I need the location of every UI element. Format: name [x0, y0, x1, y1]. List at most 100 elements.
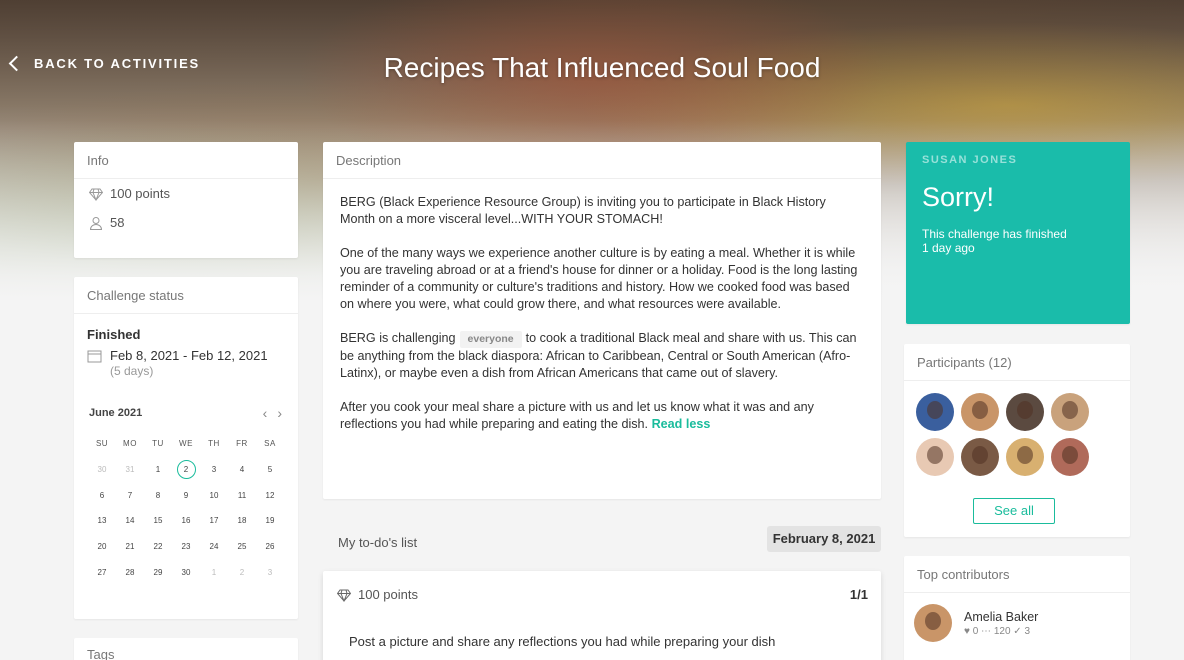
calendar-day[interactable]: 24	[200, 534, 228, 560]
calendar-day[interactable]: 13	[88, 508, 116, 534]
calendar-day[interactable]: 5	[256, 457, 284, 483]
participants-count: 58	[110, 215, 125, 230]
calendar-day[interactable]: 28	[116, 560, 144, 586]
date-range-row: Feb 8, 2021 - Feb 12, 2021	[74, 342, 298, 363]
finished-message: This challenge has finished	[922, 227, 1067, 241]
weekday-label: WE	[179, 439, 193, 448]
description-card: Description BERG (Black Experience Resou…	[323, 142, 881, 499]
tags-card: Tags	[74, 638, 298, 660]
everyone-tag: everyone	[459, 331, 522, 348]
calendar-day[interactable]: 21	[116, 534, 144, 560]
participant-avatar[interactable]	[1006, 438, 1044, 476]
participants-card: Participants (12) See all	[904, 344, 1130, 537]
calendar-day[interactable]: 19	[256, 508, 284, 534]
participant-avatar[interactable]	[1051, 393, 1089, 431]
calendar-day[interactable]: 8	[144, 483, 172, 509]
sorry-heading: Sorry!	[922, 182, 995, 212]
participants-row: 58	[74, 208, 298, 237]
weekday-label: MO	[123, 439, 137, 448]
calendar-day[interactable]: 17	[200, 508, 228, 534]
top-contributors-card: Top contributors Amelia Baker ♥ 0 ⋯ 120 …	[904, 556, 1130, 660]
description-paragraph: BERG is challenging everyone to cook a tra…	[340, 330, 864, 382]
calendar-day[interactable]: 7	[116, 483, 144, 509]
calendar-day[interactable]: 10	[200, 483, 228, 509]
calendar-day[interactable]: 15	[144, 508, 172, 534]
calendar-day[interactable]: 23	[172, 534, 200, 560]
description-paragraph: After you cook your meal share a picture…	[340, 399, 864, 433]
page-title: Recipes That Influenced Soul Food	[383, 52, 821, 83]
calendar-day[interactable]: 30	[88, 457, 116, 483]
participant-avatar[interactable]	[1006, 393, 1044, 431]
diamond-icon	[337, 589, 351, 602]
calendar-month: June 2021	[89, 407, 143, 419]
calendar-day[interactable]: 3	[200, 457, 228, 483]
calendar-day[interactable]: 1	[200, 560, 228, 586]
contributor-row[interactable]: Amelia Baker ♥ 0 ⋯ 120 ✓ 3	[904, 593, 1130, 642]
calendar-day[interactable]: 6	[88, 483, 116, 509]
participant-avatar[interactable]	[961, 438, 999, 476]
calendar-day[interactable]: 26	[256, 534, 284, 560]
contributor-name: Amelia Baker	[964, 609, 1039, 624]
calendar-day[interactable]: 9	[172, 483, 200, 509]
calendar-day[interactable]: 16	[172, 508, 200, 534]
read-less-link[interactable]: Read less	[652, 417, 711, 431]
calendar-day[interactable]: 22	[144, 534, 172, 560]
description-paragraph: One of the many ways we experience anoth…	[340, 246, 858, 311]
weekday-label: FR	[236, 439, 248, 448]
todo-text: Post a picture and share any reflections…	[349, 634, 776, 649]
calendar-day[interactable]: 20	[88, 534, 116, 560]
participant-avatar[interactable]	[916, 393, 954, 431]
calendar-day[interactable]: 2	[172, 457, 200, 483]
todo-points: 100 points	[358, 587, 418, 602]
points-row: 100 points	[74, 179, 298, 208]
prev-month-icon[interactable]: ‹	[263, 405, 268, 421]
user-icon	[89, 216, 103, 230]
user-name: SUSAN JONES	[922, 154, 1018, 166]
challenge-finished-card: SUSAN JONES Sorry! This challenge has fi…	[906, 142, 1130, 324]
description-paragraph: BERG (Black Experience Resource Group) i…	[340, 195, 826, 226]
calendar-day[interactable]: 3	[256, 560, 284, 586]
contributors-header: Top contributors	[904, 556, 1130, 593]
participant-avatar[interactable]	[916, 438, 954, 476]
calendar-day[interactable]: 14	[116, 508, 144, 534]
calendar-day[interactable]: 2	[228, 560, 256, 586]
text: After you cook your meal share a picture…	[340, 400, 814, 431]
calendar-day[interactable]: 1	[144, 457, 172, 483]
todo-list-label: My to-do's list	[338, 535, 418, 550]
calendar-day[interactable]: 4	[228, 457, 256, 483]
calendar-icon	[87, 350, 102, 363]
todo-card[interactable]: 100 points 1/1 Post a picture and share …	[323, 571, 881, 660]
weekday-label: TH	[208, 439, 220, 448]
participants-avatars	[904, 381, 1130, 476]
text: BERG is challenging	[340, 331, 456, 345]
info-card: Info 100 points 58	[74, 142, 298, 258]
status-header: Challenge status	[74, 277, 298, 314]
calendar-day[interactable]: 12	[256, 483, 284, 509]
tags-header: Tags	[87, 647, 115, 660]
participants-header: Participants (12)	[904, 344, 1130, 381]
date-range: Feb 8, 2021 - Feb 12, 2021	[110, 348, 268, 363]
participant-avatar[interactable]	[1051, 438, 1089, 476]
see-all-button[interactable]: See all	[973, 498, 1055, 524]
description-header: Description	[323, 142, 881, 179]
calendar-day[interactable]: 29	[144, 560, 172, 586]
weekday-label: SA	[264, 439, 276, 448]
calendar-day[interactable]: 31	[116, 457, 144, 483]
challenge-status-card: Challenge status Finished Feb 8, 2021 - …	[74, 277, 298, 619]
contributor-stats: ♥ 0 ⋯ 120 ✓ 3	[964, 625, 1031, 637]
participant-avatar[interactable]	[961, 393, 999, 431]
calendar-day[interactable]: 27	[88, 560, 116, 586]
calendar-day[interactable]: 30	[172, 560, 200, 586]
weekday-label: SU	[95, 439, 109, 448]
next-month-icon[interactable]: ›	[277, 405, 282, 421]
calendar-day[interactable]: 25	[228, 534, 256, 560]
todo-count: 1/1	[849, 587, 868, 602]
calendar-day[interactable]: 11	[228, 483, 256, 509]
duration: (5 days)	[110, 364, 154, 378]
todo-date-chip: February 8, 2021	[767, 526, 881, 552]
calendar-grid: SU MO TU WE TH FR SA 30 31 1 2 3 4 5 6 7 8 9 10 11 12 13 14 15 1…	[0, 421, 298, 586]
info-header: Info	[74, 142, 298, 179]
diamond-icon	[89, 188, 103, 201]
calendar-day[interactable]: 18	[228, 508, 256, 534]
status-state: Finished	[87, 327, 141, 342]
